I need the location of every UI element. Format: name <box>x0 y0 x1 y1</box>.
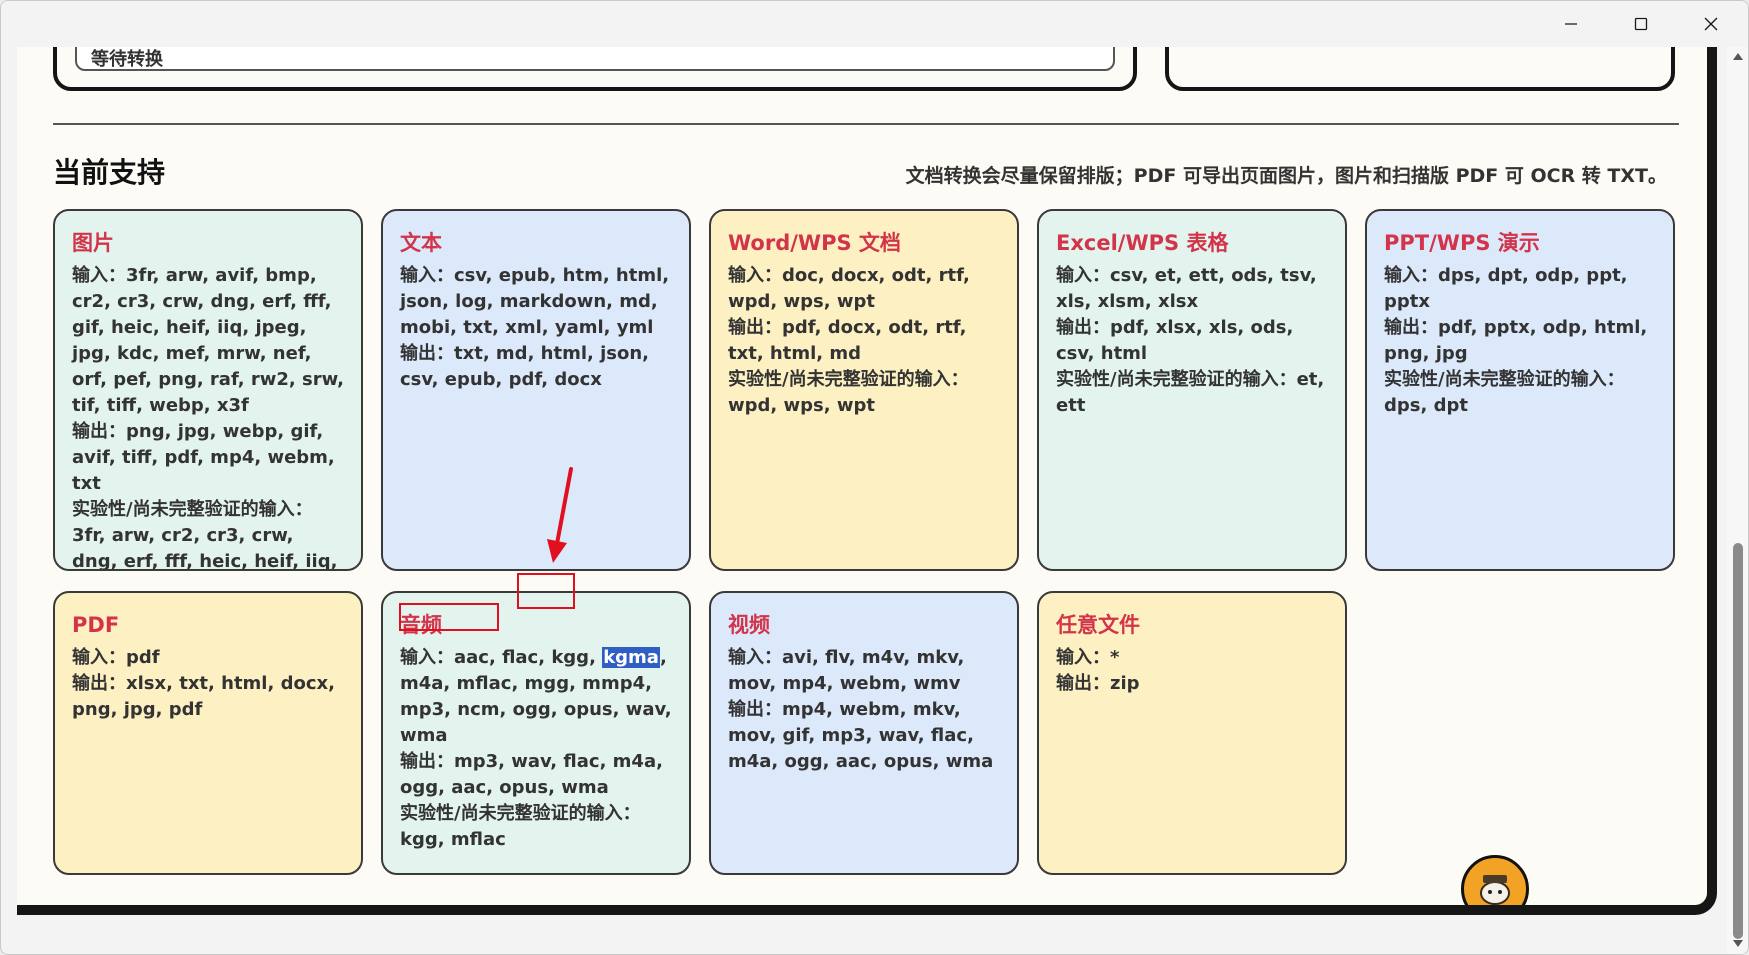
card-title: PDF <box>72 613 120 637</box>
card-image: 图片 输入：3fr, arw, avif, bmp, cr2, cr3, crw… <box>53 209 363 571</box>
card-line: 输入：avi, flv, m4v, mkv, mov, mp4, webm, w… <box>728 647 965 694</box>
card-line: 输出：pdf, pptx, odp, html, png, jpg <box>1384 317 1648 364</box>
card-line: 输入：* <box>1056 647 1120 668</box>
card-excel: Excel/WPS 表格 输入：csv, et, ett, ods, tsv, … <box>1037 209 1347 571</box>
card-line: 输入：3fr, arw, avif, bmp, cr2, cr3, crw, d… <box>72 265 344 416</box>
mascot-face-icon <box>1480 875 1510 905</box>
card-line: 实验性/尚未完整验证的输入：dps, dpt <box>1384 369 1625 416</box>
minimize-icon <box>1565 23 1577 25</box>
card-title: PPT/WPS 演示 <box>1384 231 1540 255</box>
card-word: Word/WPS 文档 输入：doc, docx, odt, rtf, wpd,… <box>709 209 1019 571</box>
maximize-button[interactable] <box>1607 1 1675 47</box>
card-line: 输入：csv, epub, htm, html, json, log, mark… <box>400 265 670 338</box>
card-line: 实验性/尚未完整验证的输入：wpd, wps, wpt <box>728 369 969 416</box>
highlight-box-kgma <box>517 573 575 609</box>
close-button[interactable] <box>1677 1 1745 47</box>
card-any-file: 任意文件 输入：* 输出：zip <box>1037 591 1347 875</box>
card-line: 输出：zip <box>1056 673 1140 694</box>
boxed-formats: mflac, mgg <box>456 673 570 694</box>
card-line: 输出：txt, md, html, json, csv, epub, pdf, … <box>400 343 650 390</box>
section-divider <box>53 123 1679 125</box>
card-title: 图片 <box>72 231 114 255</box>
card-line: 输入：pdf <box>72 647 160 668</box>
card-title: 任意文件 <box>1056 613 1140 637</box>
card-line: 输入：csv, et, ett, ods, tsv, xls, xlsm, xl… <box>1056 265 1317 312</box>
section-note: 文档转换会尽量保留排版；PDF 可导出页面图片，图片和扫描版 PDF 可 OCR… <box>905 165 1667 187</box>
card-title: Excel/WPS 表格 <box>1056 231 1229 255</box>
card-line: 实验性/尚未完整验证的输入：et, ett <box>1056 369 1325 416</box>
card-line: 输出：xlsx, txt, html, docx, png, jpg, pdf <box>72 673 335 720</box>
app-content: 等待转换 当前支持 文档转换会尽量保留排版；PDF 可导出页面图片，图片和扫描版… <box>17 47 1717 915</box>
highlight-box-mflac-mgg <box>399 603 499 631</box>
card-title: Word/WPS 文档 <box>728 231 901 255</box>
card-line: 输入：dps, dpt, odp, ppt, pptx <box>1384 265 1628 312</box>
scroll-thumb[interactable] <box>1733 543 1743 939</box>
app-window: 等待转换 当前支持 文档转换会尽量保留排版；PDF 可导出页面图片，图片和扫描版… <box>0 0 1749 955</box>
card-pdf: PDF 输入：pdf 输出：xlsx, txt, html, docx, png… <box>53 591 363 875</box>
section-title: 当前支持 <box>53 156 166 189</box>
card-line: 实验性/尚未完整验证的输入：kgg, mflac <box>400 803 641 850</box>
card-video: 视频 输入：avi, flv, m4v, mkv, mov, mp4, webm… <box>709 591 1019 875</box>
scroll-up-icon[interactable] <box>1733 53 1743 60</box>
mascot-avatar-icon[interactable] <box>1461 855 1529 905</box>
scroll-down-icon[interactable] <box>1733 940 1743 947</box>
card-line: 输入：doc, docx, odt, rtf, wpd, wps, wpt <box>728 265 970 312</box>
card-audio: 音频 输入：aac, flac, kgg, kgma, m4a, mflac, … <box>381 591 691 875</box>
card-line: 输出：mp3, wav, flac, m4a, ogg, aac, opus, … <box>400 751 663 798</box>
card-line: 输出：png, jpg, webp, gif, avif, tiff, pdf,… <box>72 421 335 494</box>
scrollbar[interactable] <box>1727 47 1748 954</box>
card-title: 视频 <box>728 613 770 637</box>
side-panel <box>1165 47 1675 91</box>
status-text: 等待转换 <box>91 49 163 70</box>
card-line: 实验性/尚未完整验证的输入：3fr, arw, cr2, cr3, crw, d… <box>72 499 338 571</box>
card-title: 文本 <box>400 231 442 255</box>
card-text: 文本 输入：csv, epub, htm, html, json, log, m… <box>381 209 691 571</box>
card-line: 输出：pdf, xlsx, xls, ods, csv, html <box>1056 317 1294 364</box>
card-line: 输出：mp4, webm, mkv, mov, gif, mp3, wav, f… <box>728 699 994 772</box>
audio-input-prefix: 输入：aac, flac, kgg, <box>400 647 603 668</box>
selected-format-kgma[interactable]: kgma <box>602 647 660 668</box>
card-ppt: PPT/WPS 演示 输入：dps, dpt, odp, ppt, pptx 输… <box>1365 209 1675 571</box>
close-icon <box>1704 17 1718 31</box>
audio-input-line[interactable]: 输入：aac, flac, kgg, kgma, m4a, mflac, mgg… <box>400 645 673 749</box>
status-field[interactable]: 等待转换 <box>75 47 1115 71</box>
maximize-icon <box>1634 17 1648 31</box>
title-bar <box>1 1 1748 47</box>
convert-panel: 等待转换 <box>53 47 1137 91</box>
red-arrow-annotation-icon <box>547 467 573 563</box>
minimize-button[interactable] <box>1537 1 1605 47</box>
card-line: 输出：pdf, docx, odt, rtf, txt, html, md <box>728 317 967 364</box>
